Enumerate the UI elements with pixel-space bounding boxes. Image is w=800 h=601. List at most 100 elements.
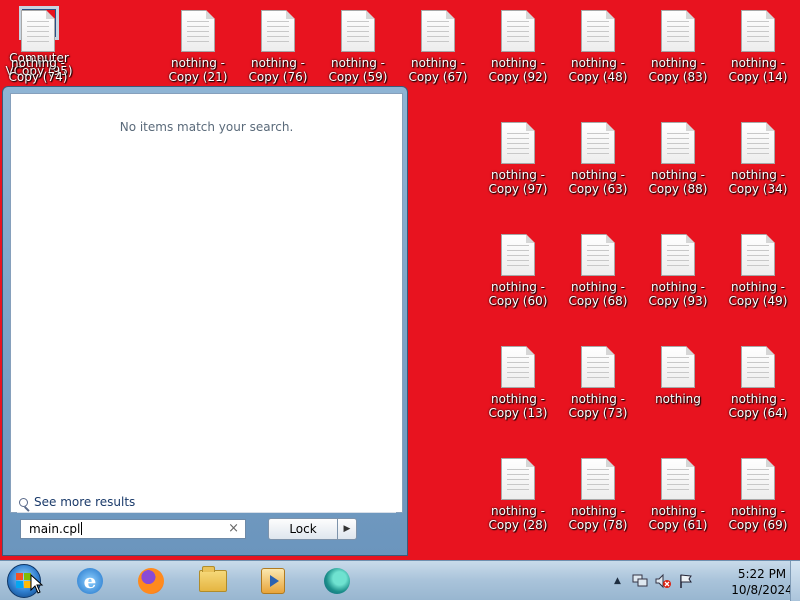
text-document-icon	[261, 10, 295, 52]
desktop-file-icon[interactable]: nothing	[640, 346, 716, 446]
desktop-file-label: nothing - Copy (60)	[488, 280, 548, 308]
desktop-file-icon[interactable]: nothing - Copy (78)	[560, 458, 636, 558]
taskbar-media-player[interactable]	[253, 564, 293, 598]
desktop-file-label: nothing - Copy (74)	[8, 56, 68, 84]
text-document-icon	[661, 10, 695, 52]
desktop-file-icon[interactable]: nothing - Copy (69)	[720, 458, 796, 558]
show-hidden-icons-chevron-icon[interactable]: ▲	[614, 576, 621, 586]
desktop-file-label: nothing - Copy (78)	[568, 504, 628, 532]
desktop-file-icon[interactable]: nothing - Copy (48)	[560, 10, 636, 110]
desktop-file-icon[interactable]: nothing - Copy (68)	[560, 234, 636, 334]
search-input-value: main.cpl	[29, 522, 81, 536]
text-document-icon	[581, 234, 615, 276]
desktop-file-label: nothing - Copy (93)	[648, 280, 708, 308]
desktop-file-icon[interactable]: nothing - Copy (61)	[640, 458, 716, 558]
text-document-icon	[581, 346, 615, 388]
action-center-flag-icon[interactable]	[678, 573, 694, 589]
lock-button[interactable]: Lock	[268, 518, 338, 540]
text-document-icon	[661, 122, 695, 164]
text-document-icon	[341, 10, 375, 52]
text-document-icon	[581, 458, 615, 500]
see-more-results-link[interactable]: See more results	[19, 491, 135, 513]
desktop-file-label: nothing - Copy (88)	[648, 168, 708, 196]
desktop-file-label: nothing - Copy (73)	[568, 392, 628, 420]
desktop-file-label: nothing	[655, 392, 701, 406]
desktop-file-label: nothing - Copy (28)	[488, 504, 548, 532]
text-document-icon	[661, 346, 695, 388]
text-document-icon	[661, 234, 695, 276]
taskbar-internet-explorer[interactable]: e	[70, 564, 110, 598]
text-document-icon	[501, 234, 535, 276]
edge-icon	[324, 568, 350, 594]
system-tray: ▲ 5:22 PM 10/8/2024	[610, 561, 800, 601]
desktop-file-label: nothing - Copy (14)	[728, 56, 788, 84]
desktop-file-icon[interactable]: nothing - Copy (13)	[480, 346, 556, 446]
search-results-pane: No items match your search. See more res…	[10, 93, 403, 513]
clear-search-icon[interactable]: ×	[228, 521, 239, 536]
volume-muted-icon[interactable]	[655, 573, 671, 589]
network-icon[interactable]	[632, 573, 648, 589]
media-player-icon	[261, 568, 285, 594]
internet-explorer-icon: e	[77, 568, 103, 594]
desktop-file-label: nothing - Copy (76)	[248, 56, 308, 84]
show-desktop-button[interactable]	[790, 561, 800, 601]
text-document-icon	[181, 10, 215, 52]
start-search-input[interactable]: main.cpl ×	[20, 519, 246, 539]
no-results-message: No items match your search.	[119, 120, 294, 134]
text-caret	[81, 522, 83, 535]
power-options-arrow-icon[interactable]: ▶	[337, 518, 357, 540]
desktop-file-label: nothing - Copy (34)	[728, 168, 788, 196]
text-document-icon	[501, 122, 535, 164]
search-icon	[19, 497, 28, 507]
clock-time[interactable]: 5:22 PM	[736, 567, 788, 581]
taskbar-edge[interactable]	[317, 564, 357, 598]
text-document-icon	[581, 10, 615, 52]
desktop-file-label: nothing - Copy (63)	[568, 168, 628, 196]
see-more-results-label: See more results	[34, 495, 136, 509]
desktop-file-label: nothing - Copy (97)	[488, 168, 548, 196]
desktop-file-icon[interactable]: nothing - Copy (73)	[560, 346, 636, 446]
desktop-file-label: nothing - Copy (67)	[408, 56, 468, 84]
desktop-file-label: nothing - Copy (68)	[568, 280, 628, 308]
desktop-file-label: nothing - Copy (83)	[648, 56, 708, 84]
desktop-file-label: nothing - Copy (69)	[728, 504, 788, 532]
desktop-file-icon[interactable]: nothing - Copy (64)	[720, 346, 796, 446]
text-document-icon	[501, 346, 535, 388]
text-document-icon	[421, 10, 455, 52]
taskbar-file-explorer[interactable]	[193, 564, 233, 598]
desktop-file-icon[interactable]: nothing - Copy (88)	[640, 122, 716, 222]
taskbar: e ▲ 5:22 PM 10/8/2024	[0, 560, 800, 601]
desktop-file-label: nothing - Copy (48)	[568, 56, 628, 84]
clock-date[interactable]: 10/8/2024	[730, 583, 794, 597]
text-document-icon	[741, 234, 775, 276]
desktop-file-icon[interactable]: nothing - Copy (83)	[640, 10, 716, 110]
text-document-icon	[741, 10, 775, 52]
mouse-cursor-icon	[30, 574, 44, 594]
desktop-file-icon[interactable]: nothing - Copy (63)	[560, 122, 636, 222]
text-document-icon	[501, 458, 535, 500]
desktop-file-icon[interactable]: nothing - Copy (93)	[640, 234, 716, 334]
desktop-file-label: nothing - Copy (49)	[728, 280, 788, 308]
desktop-file-label: nothing - Copy (64)	[728, 392, 788, 420]
file-explorer-icon	[199, 566, 227, 592]
text-document-icon	[741, 122, 775, 164]
desktop-file-label: nothing - Copy (21)	[168, 56, 228, 84]
desktop-file-icon[interactable]: nothing - Copy (49)	[720, 234, 796, 334]
desktop-file-icon[interactable]: nothing - Copy (60)	[480, 234, 556, 334]
text-document-icon	[581, 122, 615, 164]
text-document-icon	[741, 458, 775, 500]
desktop-file-icon[interactable]: nothing - Copy (97)	[480, 122, 556, 222]
firefox-icon	[138, 568, 164, 594]
desktop-file-label: nothing - Copy (13)	[488, 392, 548, 420]
text-document-icon	[661, 458, 695, 500]
desktop-file-icon[interactable]: nothing - Copy (92)	[480, 10, 556, 110]
desktop-file-icon[interactable]: nothing - Copy (14)	[720, 10, 796, 110]
start-menu: No items match your search. See more res…	[2, 86, 408, 556]
desktop-file-icon[interactable]: nothing - Copy (67)	[400, 10, 476, 110]
desktop-file-label: nothing - Copy (61)	[648, 504, 708, 532]
text-document-icon	[741, 346, 775, 388]
taskbar-firefox[interactable]	[131, 564, 171, 598]
desktop-file-icon[interactable]: nothing - Copy (28)	[480, 458, 556, 558]
desktop-file-icon[interactable]: nothing - Copy (34)	[720, 122, 796, 222]
text-document-icon	[501, 10, 535, 52]
